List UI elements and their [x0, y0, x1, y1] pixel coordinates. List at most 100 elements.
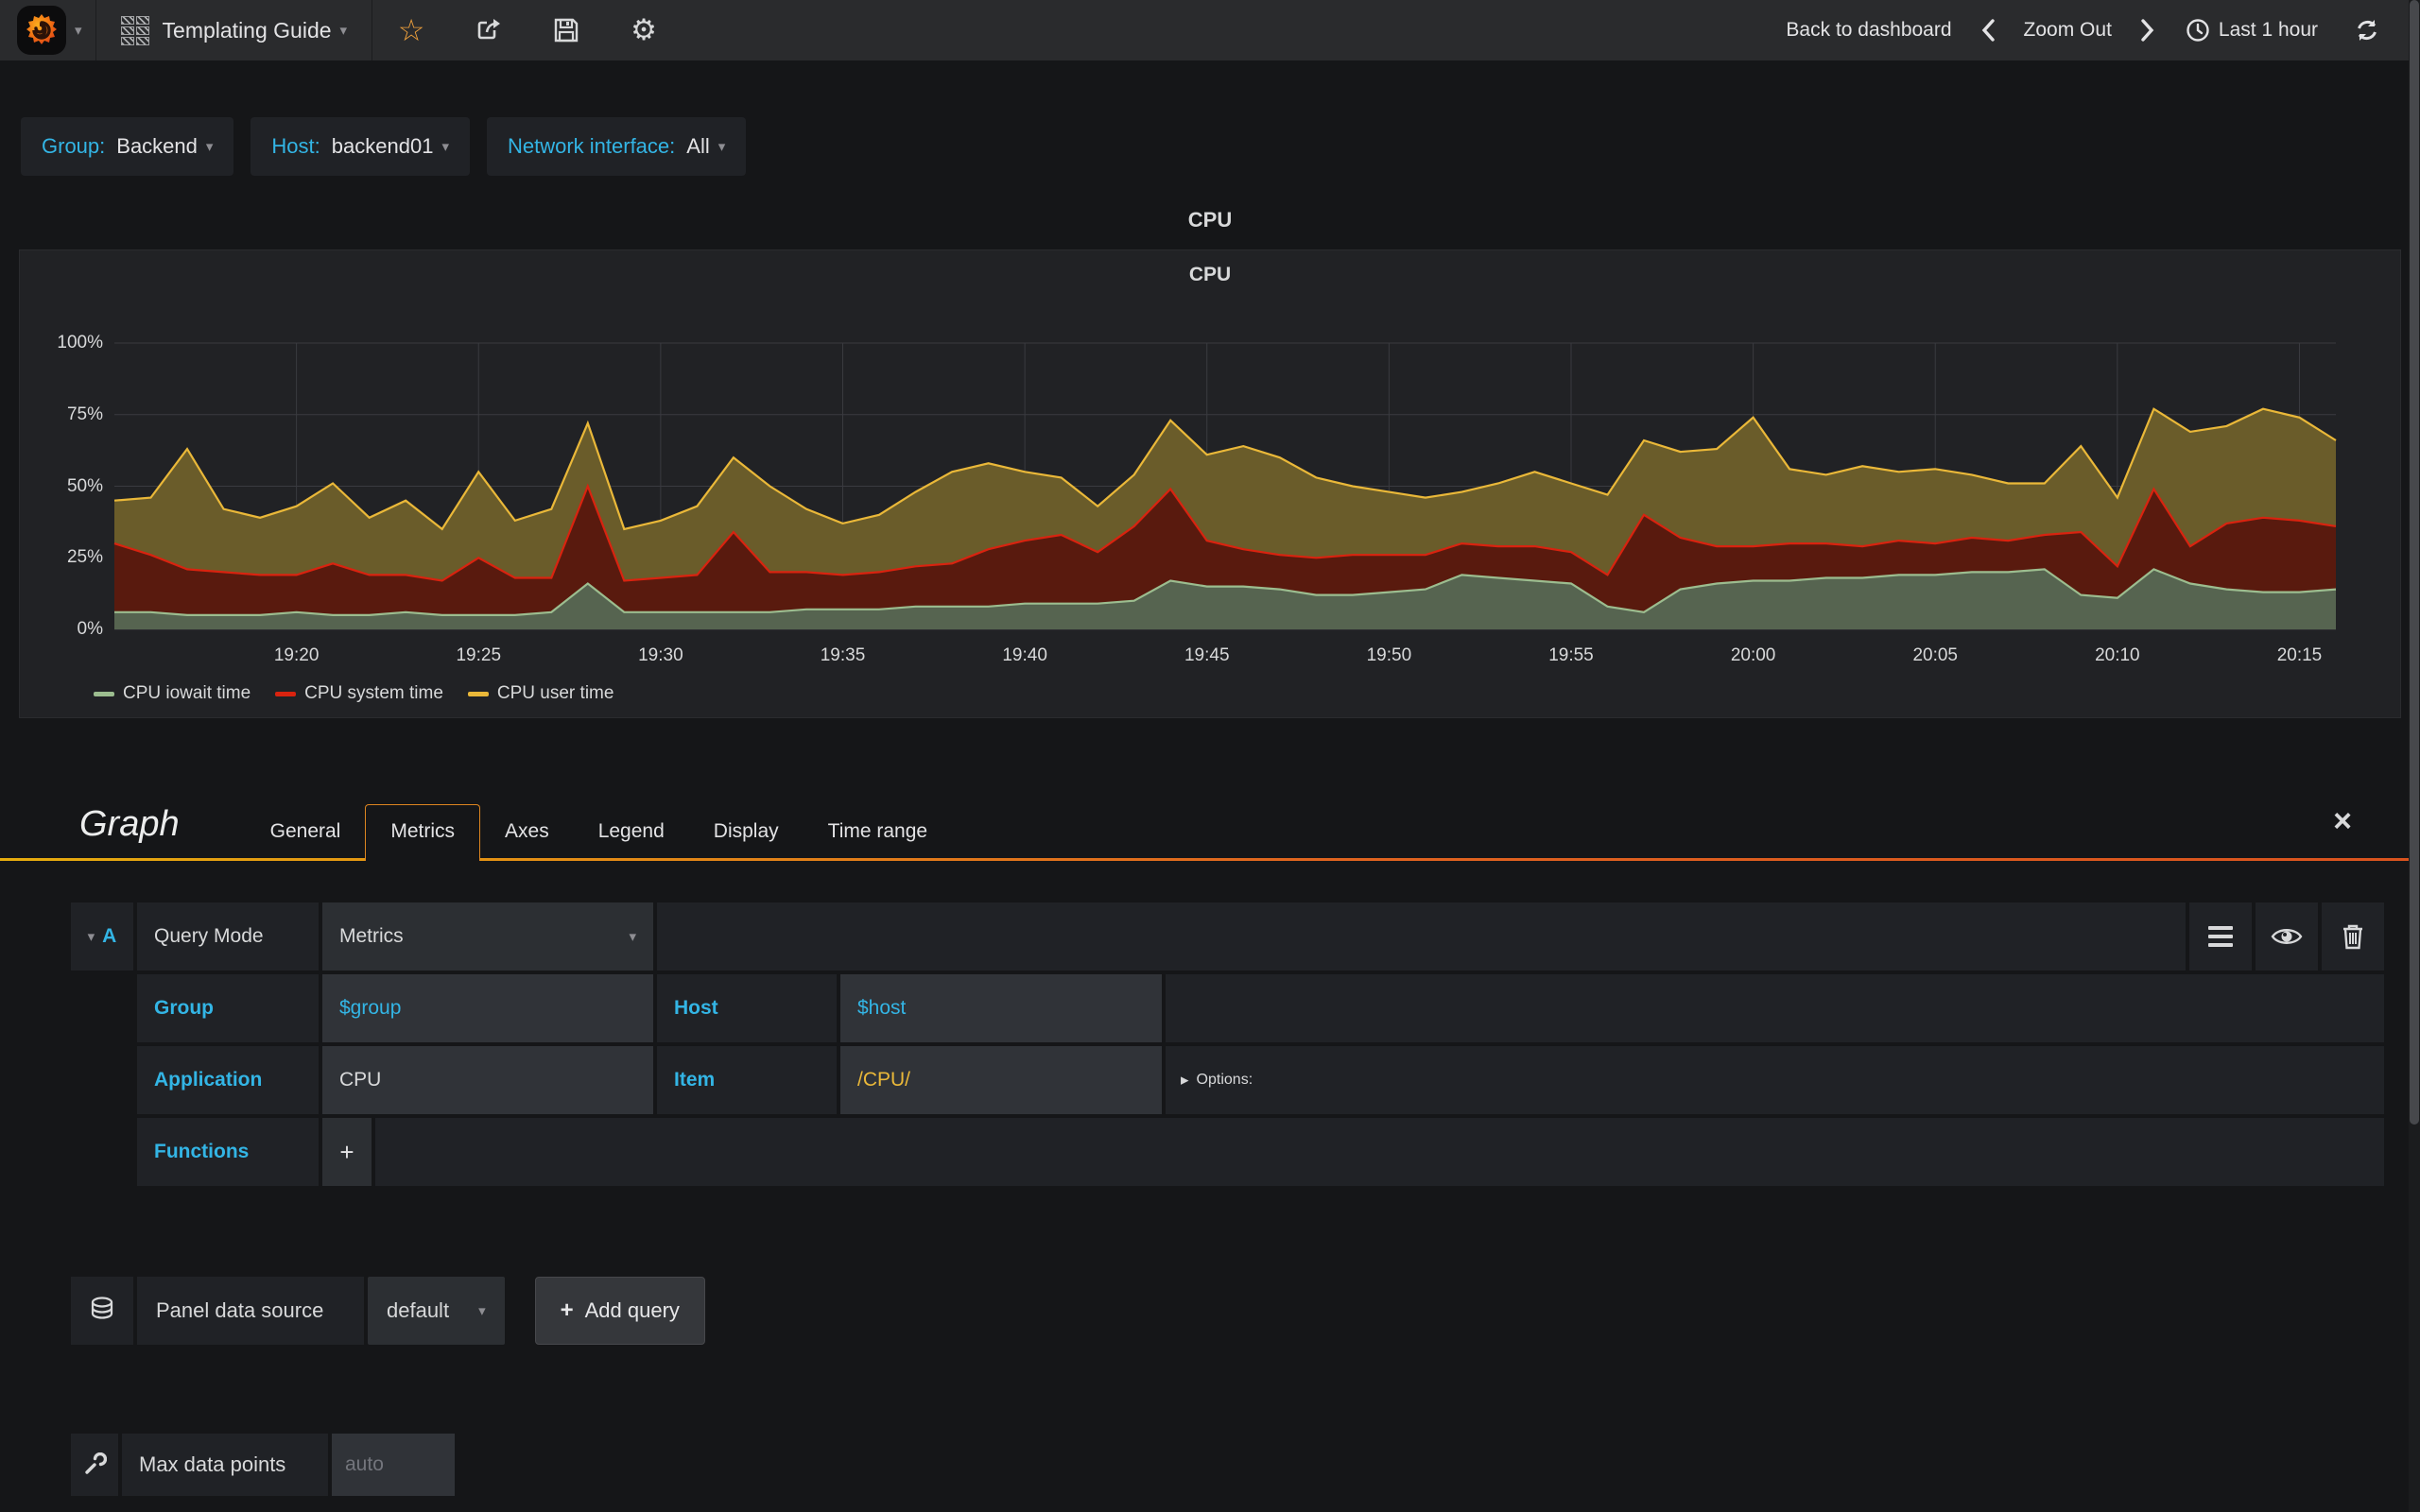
row-filler — [375, 1118, 2384, 1186]
cpu-graph-panel: CPU 100% 75% 50% 25% 0% 19:20 19:25 19:30 1… — [19, 249, 2401, 718]
grafana-menu[interactable]: ▾ — [0, 0, 96, 60]
datasource-row: Panel data source default ▾ + Add query — [71, 1277, 2384, 1345]
page-scrollbar[interactable] — [2409, 0, 2420, 1512]
options-caret-icon: ▸ — [1181, 1071, 1189, 1089]
settings-button[interactable]: ⚙ — [605, 0, 683, 60]
x-tick-label: 20:05 — [1912, 645, 1958, 665]
application-field-label: Application — [137, 1046, 319, 1114]
star-button[interactable]: ☆ — [372, 0, 450, 60]
menu-icon — [2208, 926, 2233, 947]
dashboard-title: Templating Guide — [162, 17, 332, 43]
max-data-points-row: Max data points — [71, 1434, 2384, 1496]
plot-area[interactable] — [113, 342, 2337, 630]
group-field-input[interactable] — [322, 974, 653, 1042]
variable-host-label: Host: — [271, 134, 320, 158]
query-row-application-item: Application Item ▸ Options: — [71, 1046, 2384, 1114]
tab-metrics[interactable]: Metrics — [365, 804, 481, 861]
max-data-points-input[interactable] — [332, 1434, 455, 1496]
dashboard-title-menu[interactable]: Templating Guide ▾ — [96, 0, 373, 60]
query-row-group-host: Group Host — [71, 974, 2384, 1042]
chart-legend: CPU iowait time CPU system time CPU user… — [94, 683, 614, 704]
legend-item-user[interactable]: CPU user time — [467, 683, 614, 704]
row-filler — [1166, 974, 2384, 1042]
navbar-actions: ☆ ⚙ — [372, 0, 683, 60]
back-to-dashboard-link[interactable]: Back to dashboard — [1776, 19, 1961, 42]
item-field-input[interactable] — [840, 1046, 1162, 1114]
grafana-menu-caret-icon: ▾ — [75, 23, 82, 39]
caret-down-icon: ▾ — [205, 139, 214, 155]
editor-tabs: General Metrics Axes Legend Display Time… — [246, 804, 952, 861]
query-collapse-toggle[interactable]: ▾ A — [71, 902, 133, 971]
query-editor: ▾ A Query Mode Metrics ▾ Group $group Ho… — [0, 861, 2420, 1496]
caret-down-icon: ▾ — [478, 1303, 486, 1319]
tab-general[interactable]: General — [246, 805, 366, 858]
row-filler — [458, 1434, 2384, 1496]
share-button[interactable] — [450, 0, 527, 60]
add-query-label: Add query — [584, 1298, 680, 1322]
dashboard-row-title[interactable]: CPU — [0, 208, 2420, 236]
query-ref-letter: A — [102, 925, 117, 947]
trash-icon — [2343, 924, 2362, 950]
query-menu-button[interactable] — [2189, 902, 2252, 971]
wrench-icon — [85, 1452, 107, 1474]
navbar-right: Back to dashboard Zoom Out Last 1 hour — [1776, 0, 2420, 60]
save-button[interactable] — [527, 0, 605, 60]
caret-down-icon: ▾ — [717, 139, 726, 155]
add-function-button[interactable]: + — [322, 1118, 372, 1186]
grafana-logo-icon — [17, 6, 66, 55]
options-toggle[interactable]: ▸ Options: — [1166, 1046, 2384, 1114]
datasource-icon-cell — [71, 1277, 133, 1345]
variable-group[interactable]: Group: Backend ▾ — [21, 117, 234, 176]
close-editor-button[interactable]: × — [2333, 805, 2352, 837]
settings-cell — [71, 1434, 118, 1496]
variable-host[interactable]: Host: backend01 ▾ — [251, 117, 470, 176]
variable-group-value: Backend — [116, 134, 198, 158]
variable-host-value: backend01 — [331, 134, 434, 158]
x-tick-label: 19:55 — [1548, 645, 1594, 665]
query-toggle-visibility-button[interactable] — [2256, 902, 2318, 971]
y-tick-label: 25% — [66, 547, 103, 568]
item-field-label: Item — [657, 1046, 837, 1114]
gear-icon: ⚙ — [631, 13, 657, 46]
database-icon — [91, 1297, 113, 1319]
editor-panel-type: Graph — [79, 804, 180, 844]
host-field-input[interactable] — [840, 974, 1162, 1042]
options-label: Options: — [1196, 1072, 1253, 1088]
tab-legend[interactable]: Legend — [574, 805, 689, 858]
panel-title[interactable]: CPU — [20, 250, 2400, 286]
query-mode-value: Metrics — [339, 925, 404, 947]
functions-label: Functions — [137, 1118, 319, 1186]
variable-network-interface[interactable]: Network interface: All ▾ — [486, 117, 747, 176]
cpu-chart: 100% 75% 50% 25% 0% 19:20 19:25 19:30 19:35… — [20, 307, 2400, 717]
time-shift-back-button[interactable] — [1969, 18, 2007, 43]
y-tick-label: 100% — [57, 333, 103, 352]
panel-datasource-label: Panel data source — [137, 1277, 364, 1345]
legend-item-system[interactable]: CPU system time — [275, 683, 443, 704]
refresh-button[interactable] — [2337, 17, 2386, 43]
refresh-icon — [2358, 20, 2377, 41]
query-mode-select[interactable]: Metrics ▾ — [322, 902, 653, 971]
legend-item-iowait[interactable]: CPU iowait time — [94, 683, 251, 704]
eye-icon — [2271, 929, 2303, 944]
tab-time-range[interactable]: Time range — [804, 805, 952, 858]
max-data-points-label: Max data points — [122, 1434, 328, 1496]
tab-axes[interactable]: Axes — [480, 805, 574, 858]
x-axis-labels: 19:20 19:25 19:30 19:35 19:40 19:45 19:50 19:55… — [114, 640, 2336, 668]
query-delete-button[interactable] — [2322, 902, 2384, 971]
variable-network-interface-label: Network interface: — [507, 134, 676, 158]
zoom-out-button[interactable]: Zoom Out — [2014, 19, 2121, 42]
page-scrollbar-thumb[interactable] — [2410, 0, 2419, 1125]
collapse-caret-icon: ▾ — [87, 929, 95, 945]
tab-display[interactable]: Display — [689, 805, 804, 858]
y-tick-label: 50% — [66, 475, 103, 496]
application-field-input[interactable] — [322, 1046, 653, 1114]
query-mode-label: Query Mode — [137, 902, 319, 971]
x-tick-label: 19:50 — [1366, 645, 1412, 665]
x-tick-label: 19:25 — [456, 645, 502, 665]
datasource-select[interactable]: default ▾ — [368, 1277, 505, 1345]
time-range-picker[interactable]: Last 1 hour — [2174, 18, 2329, 43]
y-tick-label: 0% — [77, 619, 103, 639]
add-query-button[interactable]: + Add query — [534, 1277, 705, 1345]
time-shift-forward-button[interactable] — [2129, 18, 2167, 43]
group-field-label: Group — [137, 974, 319, 1042]
